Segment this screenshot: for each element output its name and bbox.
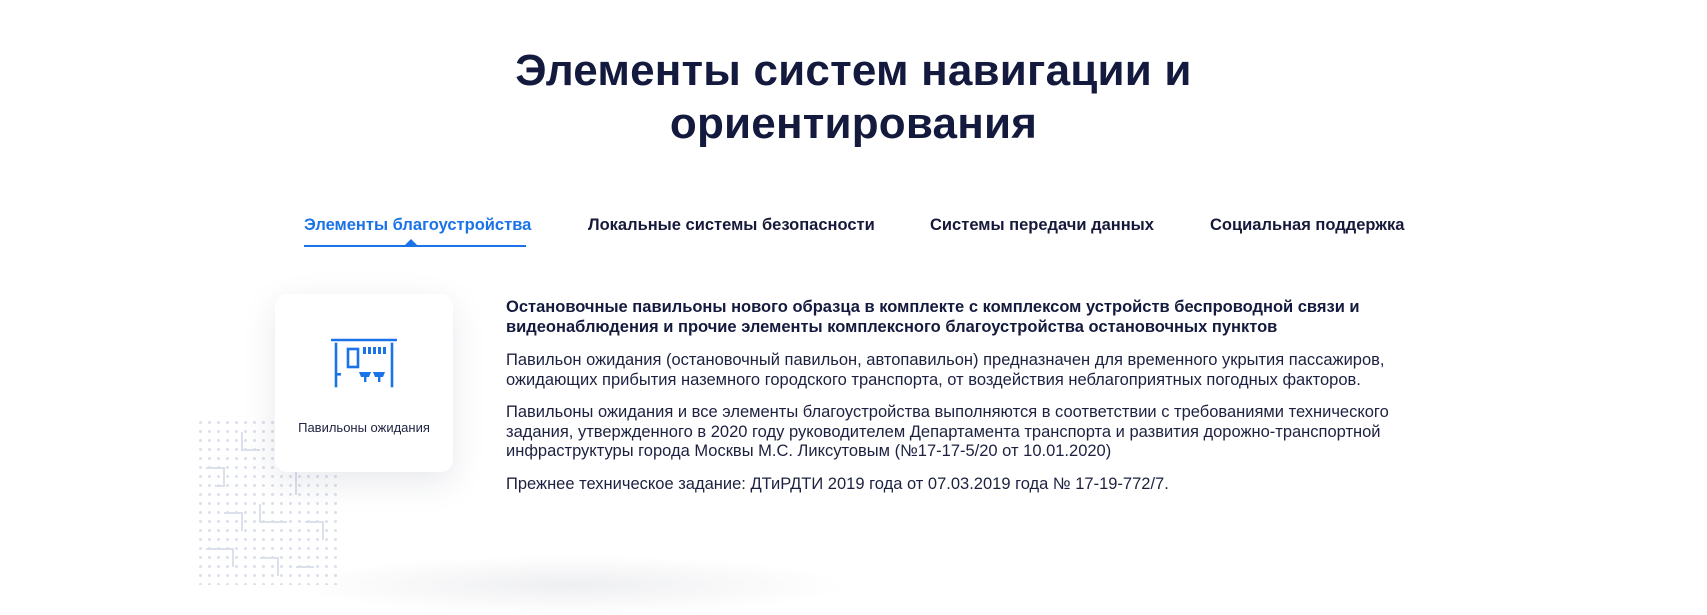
page-title-line-1: Элементы систем навигации и xyxy=(515,46,1192,95)
tab-local-security-systems[interactable]: Локальные системы безопасности xyxy=(588,213,875,237)
page-title: Элементы систем навигации и ориентирован… xyxy=(0,44,1707,150)
tab-data-transmission-systems[interactable]: Системы передачи данных xyxy=(930,213,1154,237)
tab-social-support[interactable]: Социальная поддержка xyxy=(1210,213,1404,237)
bus-stop-pavilion-icon xyxy=(331,338,397,388)
active-tab-underline xyxy=(304,245,526,247)
content-paragraph-2: Павильоны ожидания и все элементы благоу… xyxy=(506,403,1389,460)
content-paragraph-1: Павильон ожидания (остановочный павильон… xyxy=(506,351,1385,389)
active-tab-caret-icon xyxy=(405,239,417,245)
content-lead: Остановочные павильоны нового образца в … xyxy=(506,298,1360,336)
decorative-shadow xyxy=(290,555,850,615)
tab-content: Остановочные павильоны нового образца в … xyxy=(506,298,1446,507)
content-paragraph-3: Прежнее техническое задание: ДТиРДТИ 201… xyxy=(506,474,1169,493)
page-title-line-2: ориентирования xyxy=(669,99,1038,148)
pavilion-card[interactable]: Павильоны ожидания xyxy=(275,294,453,472)
tab-improvement-elements[interactable]: Элементы благоустройства xyxy=(304,213,531,237)
pavilion-card-label: Павильоны ожидания xyxy=(298,420,430,435)
category-tabs: Элементы благоустройства Локальные систе… xyxy=(0,213,1707,253)
